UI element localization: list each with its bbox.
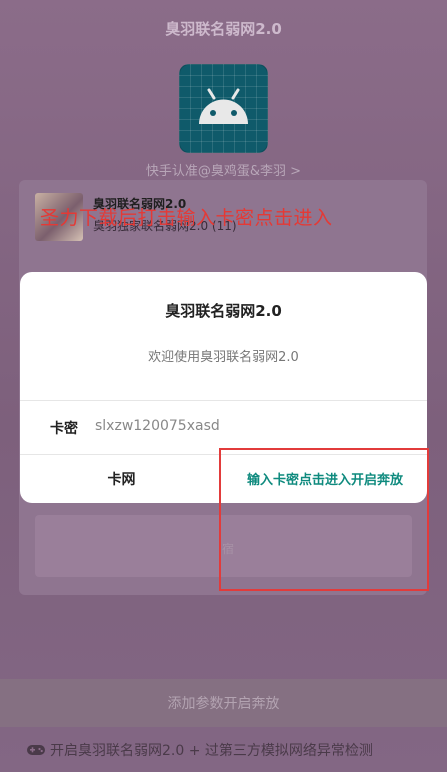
- instruction-banner: 圣力下载后打击输入卡密点击进入: [40, 207, 333, 229]
- card-key-label: 卡密: [50, 421, 78, 437]
- card-shop-button[interactable]: 卡网: [20, 454, 223, 503]
- android-head-glyph: [199, 88, 248, 124]
- card-key-input[interactable]: [95, 409, 395, 443]
- add-params-button[interactable]: 添加参数开启奔放: [0, 679, 447, 727]
- gamepad-icon: [26, 743, 46, 761]
- dialog-divider-top: [20, 400, 427, 401]
- footer-text: 开启臭羽联名弱网2.0 + 过第三方模拟网络异常检测: [50, 743, 373, 759]
- dialog-title: 臭羽联名弱网2.0: [165, 302, 282, 320]
- android-robot-icon[interactable]: [179, 64, 268, 153]
- footer-note: 开启臭羽联名弱网2.0 + 过第三方模拟网络异常检测: [26, 740, 373, 761]
- highlight-box: [219, 448, 429, 591]
- author-link[interactable]: 快手认准@臭鸡蛋&李羽 >: [0, 160, 447, 179]
- app-title: 臭羽联名弱网2.0: [165, 20, 282, 38]
- dialog-message: 欢迎使用臭羽联名弱网2.0: [148, 350, 299, 365]
